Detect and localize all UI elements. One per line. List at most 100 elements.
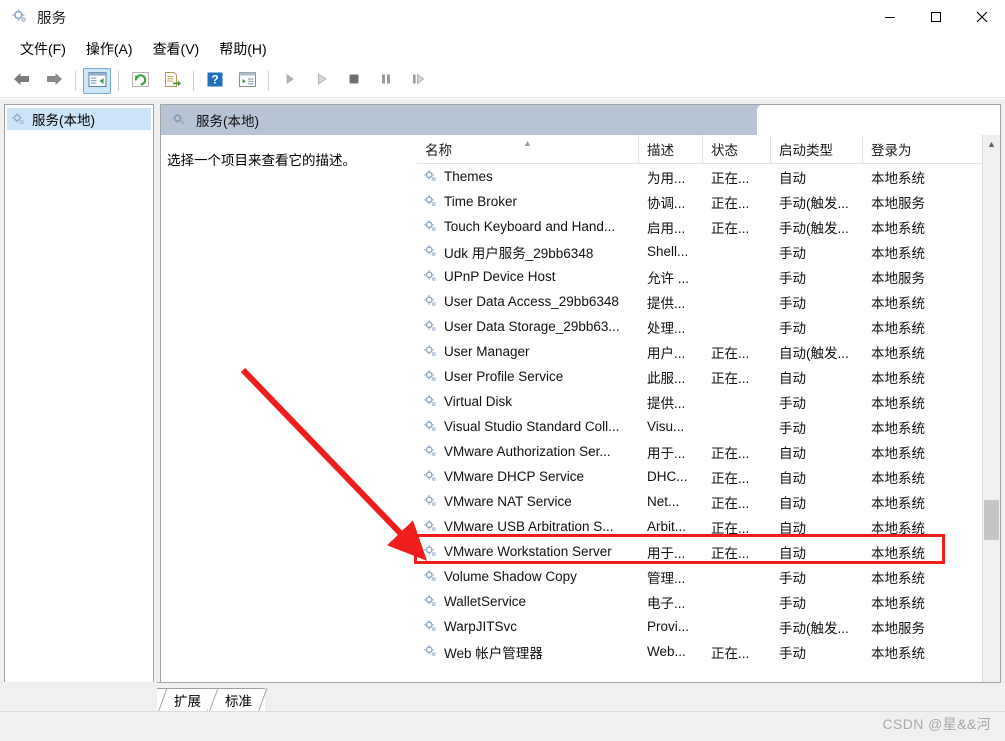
table-row[interactable]: VMware USB Arbitration S... Arbit... 正在...…	[417, 514, 982, 539]
service-description-cell: DHC...	[647, 469, 688, 484]
service-status-cell: 正在...	[711, 170, 750, 186]
table-row[interactable]: Virtual Disk 提供... 手动 本地系统	[417, 389, 982, 414]
service-name-cell: Visual Studio Standard Coll...	[417, 419, 639, 434]
services-list-view: 名称 ▲ 描述 状态 启动类型 登录为 Themes 为用... 正在... 自…	[417, 135, 982, 703]
service-gear-icon	[423, 419, 438, 434]
scroll-up-icon[interactable]: ▲	[983, 135, 1000, 152]
sort-ascending-icon: ▲	[523, 138, 532, 148]
column-header-status[interactable]: 状态	[703, 135, 771, 163]
table-row[interactable]: Volume Shadow Copy 管理... 手动 本地系统	[417, 564, 982, 589]
column-header-description[interactable]: 描述	[639, 135, 703, 163]
service-startup-type-cell: 自动	[779, 470, 806, 486]
service-name-cell: WalletService	[417, 594, 639, 609]
service-description-panel: 选择一个项目来查看它的描述。	[161, 135, 417, 703]
table-row[interactable]: VMware Workstation Server 用于... 正在... 自动 本地系…	[417, 539, 982, 564]
service-name-cell: Udk 用户服务_29bb6348	[417, 242, 639, 262]
start-service-button[interactable]	[276, 68, 304, 94]
column-header-name[interactable]: 名称 ▲	[417, 135, 639, 163]
tab-extended[interactable]: 扩展	[157, 688, 214, 711]
service-startup-type-cell: 手动(触发...	[779, 195, 849, 211]
properties-button[interactable]	[233, 68, 261, 94]
service-log-on-as-cell: 本地系统	[871, 170, 925, 186]
service-name-label: VMware DHCP Service	[444, 469, 585, 484]
table-row[interactable]: VMware NAT Service Net... 正在... 自动 本地系统	[417, 489, 982, 514]
service-log-on-as-cell: 本地系统	[871, 595, 925, 611]
help-button[interactable]: ?	[201, 68, 229, 94]
resume-service-button[interactable]	[404, 68, 432, 94]
service-status-cell: 正在...	[711, 445, 750, 461]
service-startup-type-cell: 自动(触发...	[779, 345, 849, 361]
service-gear-icon	[423, 369, 438, 384]
service-gear-icon	[423, 594, 438, 609]
show-console-tree-button[interactable]	[83, 67, 111, 94]
forward-icon	[44, 71, 64, 90]
menu-bar: 文件(F) 操作(A) 查看(V) 帮助(H)	[0, 34, 1005, 64]
service-description-cell: 提供...	[647, 295, 686, 311]
service-startup-type-cell: 手动	[779, 320, 806, 336]
service-gear-icon	[423, 469, 438, 484]
service-log-on-as-cell: 本地系统	[871, 470, 925, 486]
stop-service-button[interactable]	[340, 68, 368, 94]
scrollbar-track[interactable]	[983, 152, 1000, 686]
service-name-label: Visual Studio Standard Coll...	[444, 419, 620, 434]
table-row[interactable]: Web 帐户管理器 Web... 正在... 手动 本地系统	[417, 639, 982, 664]
service-name-cell: Virtual Disk	[417, 394, 639, 409]
table-row[interactable]: Themes 为用... 正在... 自动 本地系统	[417, 164, 982, 189]
service-description-cell: Provi...	[647, 619, 690, 634]
table-row[interactable]: VMware Authorization Ser... 用于... 正在... 自动 本…	[417, 439, 982, 464]
menu-file[interactable]: 文件(F)	[10, 36, 76, 62]
vertical-scrollbar[interactable]: ▲ ▼	[982, 135, 1000, 703]
service-description-cell: 电子...	[647, 595, 686, 611]
menu-view[interactable]: 查看(V)	[143, 36, 210, 62]
table-row[interactable]: WarpJITSvc Provi... 手动(触发... 本地服务	[417, 614, 982, 639]
title-bar: 服务	[0, 0, 1005, 34]
service-status-cell: 正在...	[711, 520, 750, 536]
table-row[interactable]: Visual Studio Standard Coll... Visu... 手动 本…	[417, 414, 982, 439]
service-gear-icon	[423, 394, 438, 409]
service-name-label: Time Broker	[444, 194, 518, 209]
service-gear-icon	[423, 519, 438, 534]
table-row[interactable]: User Data Storage_29bb63... 处理... 手动 本地系统	[417, 314, 982, 339]
table-row[interactable]: VMware DHCP Service DHC... 正在... 自动 本地系统	[417, 464, 982, 489]
forward-button[interactable]	[40, 68, 68, 94]
menu-action[interactable]: 操作(A)	[76, 36, 143, 62]
column-header-startup-type[interactable]: 启动类型	[771, 135, 863, 163]
service-log-on-as-cell: 本地系统	[871, 220, 925, 236]
minimize-button[interactable]	[867, 0, 913, 34]
play-icon	[283, 72, 297, 89]
service-log-on-as-cell: 本地系统	[871, 245, 925, 261]
table-row[interactable]: Udk 用户服务_29bb6348 Shell... 手动 本地系统	[417, 239, 982, 264]
scrollbar-thumb[interactable]	[984, 500, 999, 540]
table-row[interactable]: Touch Keyboard and Hand... 启用... 正在... 手动(触…	[417, 214, 982, 239]
column-header-log-on-as[interactable]: 登录为	[863, 135, 955, 163]
table-row[interactable]: User Profile Service 此服... 正在... 自动 本地系统	[417, 364, 982, 389]
close-button[interactable]	[959, 0, 1005, 34]
service-description-cell: 允许 ...	[647, 270, 690, 286]
app-gear-icon	[11, 8, 29, 26]
table-row[interactable]: User Data Access_29bb6348 提供... 手动 本地系统	[417, 289, 982, 314]
tree-item-services-local[interactable]: 服务(本地)	[7, 108, 151, 130]
table-row[interactable]: Time Broker 协调... 正在... 手动(触发... 本地服务	[417, 189, 982, 214]
pane-header-gear-icon	[171, 112, 187, 128]
service-name-label: UPnP Device Host	[444, 269, 556, 284]
service-name-cell: VMware USB Arbitration S...	[417, 519, 639, 534]
pause-service-button[interactable]	[372, 68, 400, 94]
table-row[interactable]: UPnP Device Host 允许 ... 手动 本地服务	[417, 264, 982, 289]
table-row[interactable]: WalletService 电子... 手动 本地系统	[417, 589, 982, 614]
service-gear-icon	[423, 569, 438, 584]
service-name-label: Virtual Disk	[444, 394, 513, 409]
service-startup-type-cell: 自动	[779, 370, 806, 386]
table-row[interactable]: User Manager 用户... 正在... 自动(触发... 本地系统	[417, 339, 982, 364]
tab-standard[interactable]: 标准	[208, 688, 265, 711]
maximize-button[interactable]	[913, 0, 959, 34]
export-list-button[interactable]	[158, 68, 186, 94]
service-startup-type-cell: 手动	[779, 595, 806, 611]
service-gear-icon	[423, 244, 438, 259]
refresh-button[interactable]	[126, 68, 154, 94]
service-name-cell: Time Broker	[417, 194, 639, 209]
restart-service-button[interactable]	[308, 68, 336, 94]
back-button[interactable]	[8, 68, 36, 94]
step-forward-icon	[411, 72, 426, 89]
service-log-on-as-cell: 本地系统	[871, 645, 925, 661]
menu-help[interactable]: 帮助(H)	[209, 36, 276, 62]
